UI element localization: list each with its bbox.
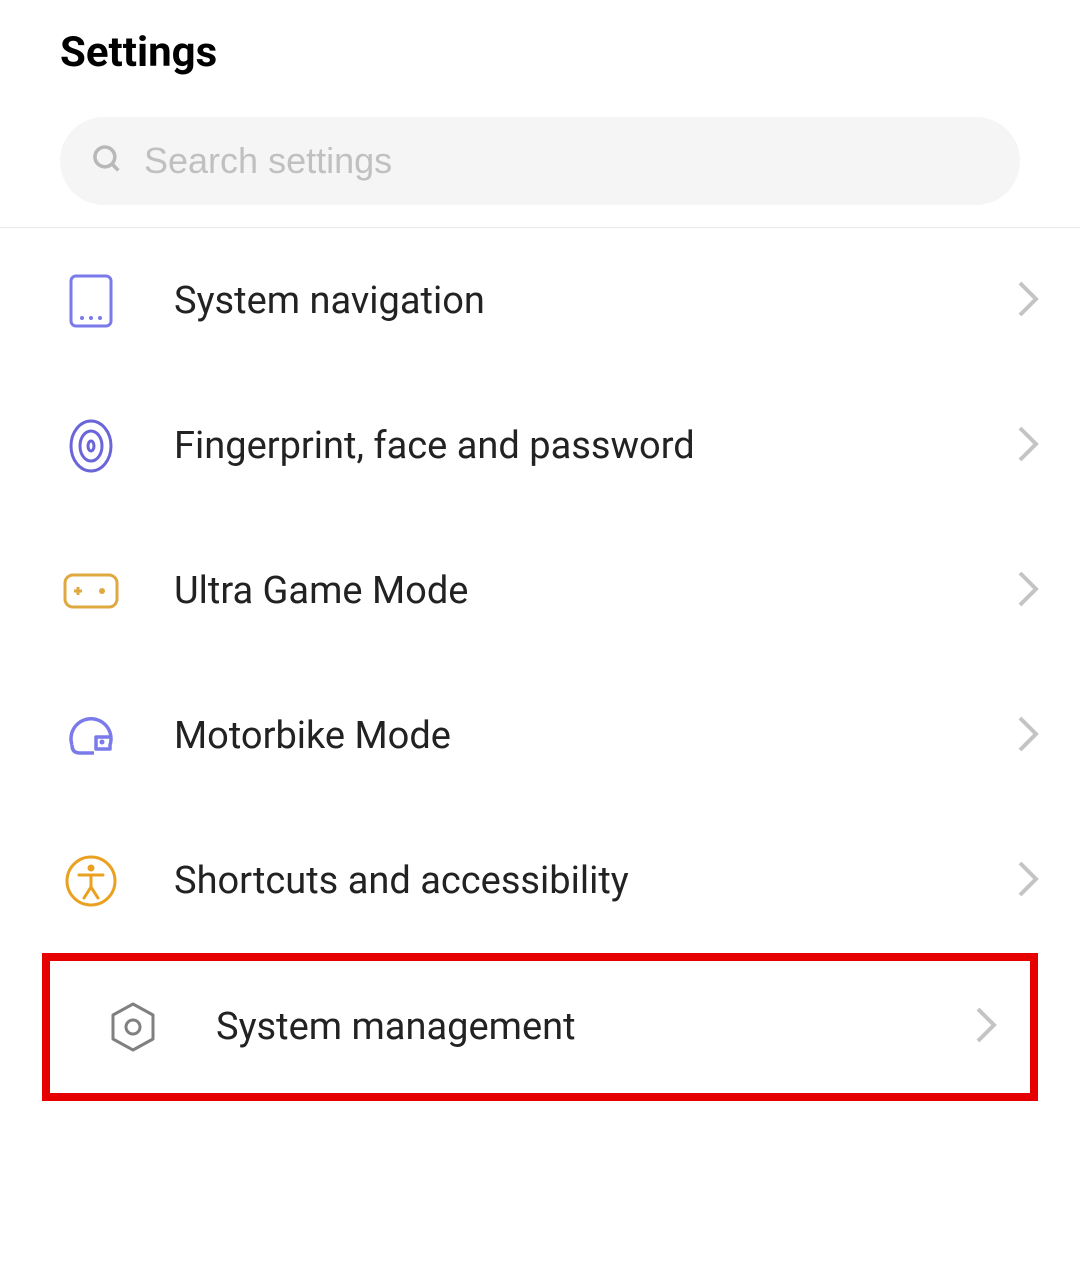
item-label: Shortcuts and accessibility: [174, 859, 1016, 903]
settings-list: System navigation Fingerprint, face and …: [0, 228, 1080, 1101]
header: Settings: [0, 0, 1080, 117]
settings-item-system-management[interactable]: System management: [42, 953, 1038, 1101]
chevron-right-icon: [1016, 569, 1040, 613]
search-box[interactable]: [60, 117, 1020, 205]
accessibility-icon: [62, 852, 120, 910]
settings-item-fingerprint[interactable]: Fingerprint, face and password: [0, 373, 1080, 518]
chevron-right-icon: [1016, 279, 1040, 323]
settings-item-system-navigation[interactable]: System navigation: [0, 228, 1080, 373]
phone-icon: [62, 272, 120, 330]
item-label: System management: [216, 1005, 974, 1049]
item-label: Ultra Game Mode: [174, 569, 1016, 613]
item-label: Motorbike Mode: [174, 714, 1016, 758]
chevron-right-icon: [1016, 424, 1040, 468]
search-icon: [90, 142, 124, 180]
settings-item-motorbike[interactable]: Motorbike Mode: [0, 663, 1080, 808]
item-label: System navigation: [174, 279, 1016, 323]
settings-item-game-mode[interactable]: Ultra Game Mode: [0, 518, 1080, 663]
fingerprint-icon: [62, 417, 120, 475]
chevron-right-icon: [1016, 714, 1040, 758]
item-label: Fingerprint, face and password: [174, 424, 1016, 468]
search-input[interactable]: [144, 140, 990, 182]
gear-hex-icon: [104, 998, 162, 1056]
page-title: Settings: [60, 28, 1020, 77]
chevron-right-icon: [1016, 859, 1040, 903]
search-section: [0, 117, 1080, 227]
settings-item-accessibility[interactable]: Shortcuts and accessibility: [0, 808, 1080, 953]
helmet-icon: [62, 707, 120, 765]
gamepad-icon: [62, 562, 120, 620]
chevron-right-icon: [974, 1005, 998, 1049]
